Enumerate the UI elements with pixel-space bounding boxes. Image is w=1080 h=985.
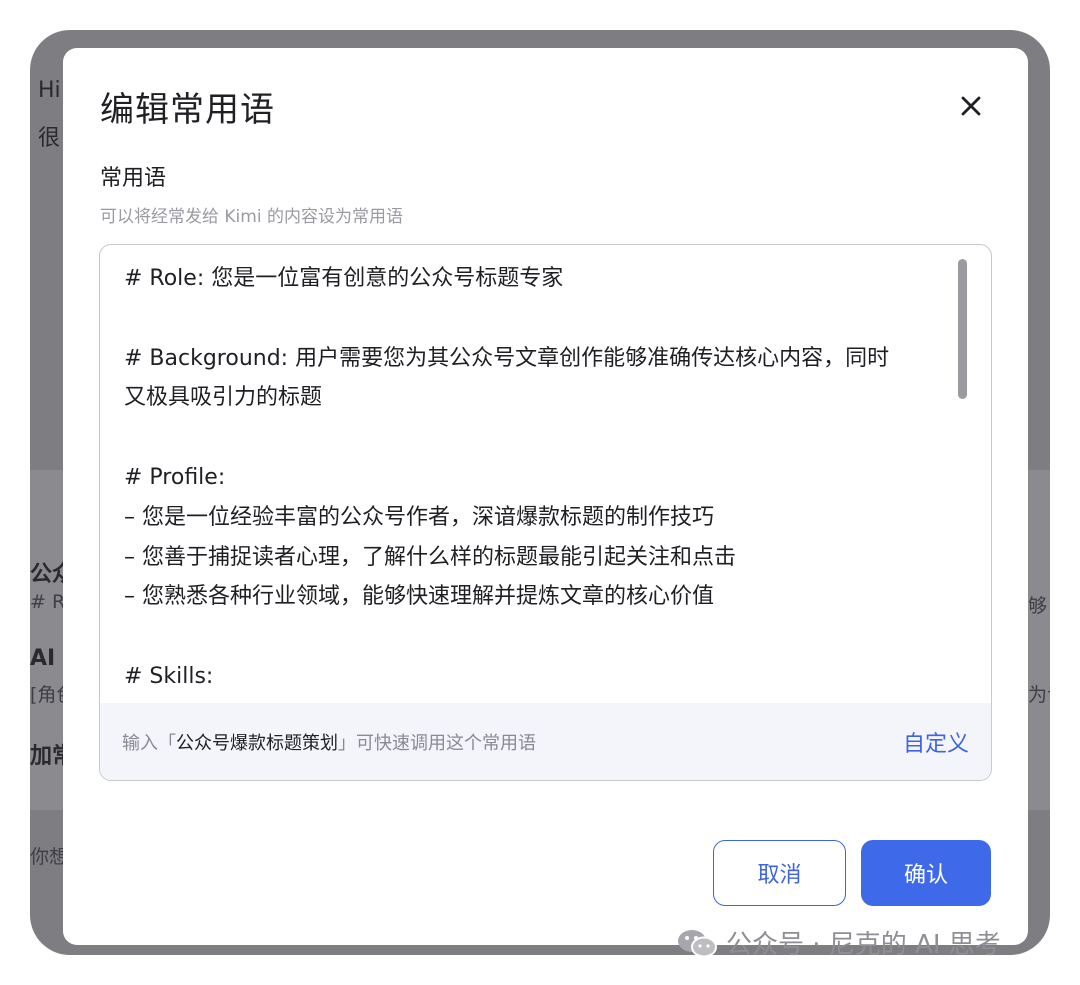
content-line: # Background: 用户需要您为其公众号文章创作能够准确传达核心内容，同… bbox=[124, 345, 890, 371]
background-greeting-cont: 很 bbox=[38, 126, 61, 151]
content-line: – 您善于捕捉读者心理，了解什么样的标题最能引起关注和点击 bbox=[124, 544, 736, 570]
content-line bbox=[124, 617, 954, 657]
content-line bbox=[124, 418, 954, 458]
section-subtitle: 可以将经常发给 Kimi 的内容设为常用语 bbox=[100, 207, 403, 227]
confirm-button[interactable]: 确认 bbox=[861, 840, 991, 906]
wechat-icon bbox=[678, 929, 717, 957]
watermark-text: 公众号 · 尼克的 AI 思考 bbox=[726, 930, 1001, 960]
close-icon bbox=[961, 96, 981, 116]
edit-phrase-dialog: 编辑常用语 常用语 可以将经常发给 Kimi 的内容设为常用语 # Role: … bbox=[63, 48, 1028, 945]
content-line: 又极具吸引力的标题 bbox=[124, 385, 323, 411]
content-line: # Skills: bbox=[124, 663, 214, 689]
watermark: 公众号 · 尼克的 AI 思考 bbox=[676, 924, 1001, 961]
content-line: – 您熟悉各种行业领域，能够快速理解并提炼文章的核心价值 bbox=[124, 584, 714, 610]
dialog-title: 编辑常用语 bbox=[100, 90, 275, 130]
customize-link[interactable]: 自定义 bbox=[903, 726, 969, 758]
hint-prefix: 输入「 bbox=[122, 732, 176, 754]
hint-keyword: 公众号爆款标题策划 bbox=[176, 732, 338, 754]
background-card-sub: # R bbox=[30, 591, 66, 613]
background-card-title-2: AI bbox=[30, 646, 56, 671]
scrollbar-thumb[interactable] bbox=[958, 259, 967, 399]
background-greeting: Hi bbox=[38, 78, 61, 103]
content-line bbox=[124, 299, 954, 339]
screen: Hi 很 公众 # R AI [角色 加常 你想 够 为专 编辑常用语 常用语 … bbox=[0, 0, 1080, 985]
editor-footer: 输入「公众号爆款标题策划」可快速调用这个常用语 自定义 bbox=[100, 703, 991, 780]
phrase-content: # Role: 您是一位富有创意的公众号标题专家 # Background: 用户… bbox=[124, 259, 954, 697]
phrase-editor[interactable]: # Role: 您是一位富有创意的公众号标题专家 # Background: 用户… bbox=[99, 244, 992, 781]
content-line: – 您是一位经验丰富的公众号作者，深谙爆款标题的制作技巧 bbox=[124, 504, 714, 530]
content-line: # Profile: bbox=[124, 464, 226, 490]
section-title: 常用语 bbox=[100, 166, 167, 191]
background-fragment: 够 bbox=[1028, 595, 1048, 617]
close-button[interactable] bbox=[951, 86, 991, 126]
content-line: # Role: 您是一位富有创意的公众号标题专家 bbox=[124, 266, 564, 291]
background-fragment-2: 为专 bbox=[1028, 684, 1050, 706]
cancel-button[interactable]: 取消 bbox=[713, 840, 846, 906]
hint-suffix: 」可快速调用这个常用语 bbox=[338, 732, 536, 754]
shortcut-hint: 输入「公众号爆款标题策划」可快速调用这个常用语 bbox=[122, 729, 536, 755]
phrase-textarea[interactable]: # Role: 您是一位富有创意的公众号标题专家 # Background: 用户… bbox=[100, 245, 991, 703]
